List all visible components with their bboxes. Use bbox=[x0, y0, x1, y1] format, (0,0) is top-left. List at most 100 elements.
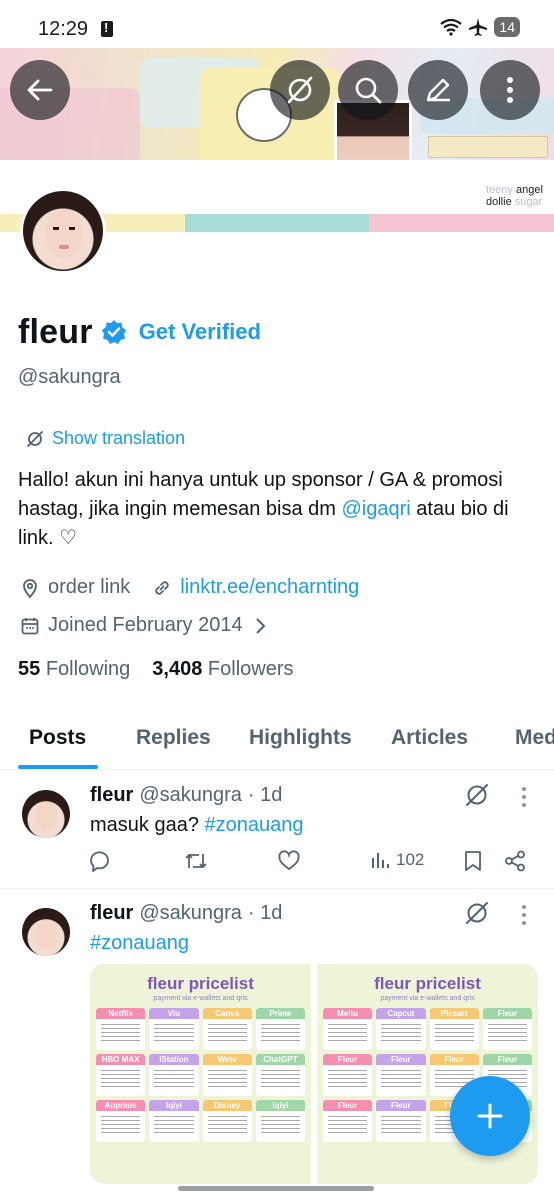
price-cell: Fleur bbox=[323, 1100, 373, 1142]
more-button[interactable] bbox=[480, 60, 540, 120]
grok-icon[interactable] bbox=[464, 900, 490, 926]
profile-tabs: Posts Replies Highlights Articles Media bbox=[0, 712, 554, 770]
get-verified-link[interactable]: Get Verified bbox=[139, 319, 261, 345]
tab-replies[interactable]: Replies bbox=[136, 726, 211, 750]
post-author-handle: @sakungra bbox=[139, 784, 242, 806]
price-cell-label: Viu bbox=[149, 1008, 199, 1019]
profile-name-row: fleur Get Verified bbox=[18, 310, 261, 354]
verified-badge-icon[interactable] bbox=[101, 319, 127, 345]
profile-bio: Hallo! akun ini hanya untuk up sponsor /… bbox=[18, 466, 548, 553]
price-cell: Picsart bbox=[429, 1008, 479, 1050]
price-cell-label: Fleur bbox=[429, 1054, 479, 1065]
post-avatar[interactable] bbox=[22, 790, 70, 838]
price-cell-label: Meitu bbox=[323, 1008, 373, 1019]
followers-label: Followers bbox=[207, 658, 294, 680]
back-button[interactable] bbox=[10, 60, 70, 120]
price-cell-label: iStation bbox=[149, 1054, 199, 1065]
more-vertical-icon[interactable] bbox=[514, 902, 534, 928]
share-button[interactable] bbox=[504, 850, 526, 872]
price-cell-label: Picsart bbox=[429, 1008, 479, 1019]
home-indicator[interactable] bbox=[178, 1186, 374, 1191]
battery-indicator: 14 bbox=[494, 17, 520, 37]
brand-word: sugar bbox=[514, 196, 543, 208]
profile-joined-row[interactable]: Joined February 2014 bbox=[20, 614, 267, 637]
reply-icon bbox=[90, 851, 109, 872]
show-translation-button[interactable]: Show translation bbox=[26, 428, 185, 449]
grok-icon[interactable] bbox=[464, 782, 490, 808]
display-name: fleur bbox=[18, 312, 93, 351]
price-cell-lines bbox=[381, 1024, 421, 1044]
tab-media[interactable]: Media bbox=[515, 726, 554, 750]
price-cell-label: Capcut bbox=[376, 1008, 426, 1019]
post-text: masuk gaa? #zonauang bbox=[90, 814, 304, 837]
share-icon bbox=[505, 850, 525, 872]
followers-link[interactable]: 3,408 Followers bbox=[152, 658, 293, 681]
profile-avatar[interactable] bbox=[20, 188, 106, 274]
calendar-icon bbox=[21, 617, 39, 634]
views-count: 102 bbox=[396, 850, 425, 869]
price-cell-label: Fleur bbox=[376, 1054, 426, 1065]
pencil-icon bbox=[426, 78, 450, 102]
price-cell-lines bbox=[154, 1116, 194, 1136]
price-cell: Disney bbox=[202, 1100, 252, 1142]
tab-articles[interactable]: Articles bbox=[391, 726, 468, 750]
profile-joined: Joined February 2014 bbox=[48, 614, 243, 636]
stripe-mint bbox=[184, 214, 370, 232]
like-button[interactable] bbox=[278, 850, 300, 872]
post-hashtag[interactable]: #zonauang bbox=[205, 814, 304, 836]
profile-website-link[interactable]: linktr.ee/encharnting bbox=[180, 576, 359, 599]
price-cell: Wetv bbox=[202, 1054, 252, 1096]
price-cell-lines bbox=[207, 1024, 247, 1044]
post-author-name[interactable]: fleur bbox=[90, 902, 133, 925]
grok-button[interactable] bbox=[270, 60, 330, 120]
location-pin-icon bbox=[23, 578, 37, 598]
price-cell-label: Wetv bbox=[202, 1054, 252, 1065]
more-vertical-icon[interactable] bbox=[514, 784, 534, 810]
media-title: fleur pricelist bbox=[374, 974, 481, 993]
post-actions: 102 bbox=[90, 850, 530, 876]
media-image-1[interactable]: fleur pricelist payment via e-wallets an… bbox=[90, 964, 311, 1184]
price-cell: Appmus bbox=[96, 1100, 146, 1142]
post-author-name[interactable]: fleur bbox=[90, 784, 133, 807]
price-cell-lines bbox=[260, 1024, 300, 1044]
post-item[interactable]: fleur @sakungra · 1d masuk gaa? #zonauan… bbox=[0, 770, 554, 888]
price-cell-lines bbox=[328, 1116, 368, 1136]
price-cell-label: Canva bbox=[202, 1008, 252, 1019]
edit-button[interactable] bbox=[408, 60, 468, 120]
tab-posts[interactable]: Posts bbox=[29, 726, 86, 750]
tab-highlights[interactable]: Highlights bbox=[249, 726, 352, 750]
status-time: 12:29 bbox=[38, 18, 89, 40]
brand-word: teeny bbox=[486, 184, 513, 196]
price-cell-label: Fleur bbox=[323, 1054, 373, 1065]
price-cell: Meitu bbox=[323, 1008, 373, 1050]
media-subtitle: payment via e-wallets and qris bbox=[380, 995, 475, 1002]
price-cell-lines bbox=[328, 1024, 368, 1044]
profile-location-row: order link linktr.ee/encharnting bbox=[20, 576, 359, 599]
price-cell: ChatGPT bbox=[255, 1054, 305, 1096]
price-cell-label: Fleur bbox=[376, 1100, 426, 1111]
repost-button[interactable] bbox=[184, 850, 208, 872]
bio-mention-link[interactable]: @igaqri bbox=[342, 498, 411, 520]
views-button[interactable]: 102 bbox=[370, 850, 424, 870]
bookmark-button[interactable] bbox=[464, 850, 482, 872]
price-cell-lines bbox=[101, 1116, 141, 1136]
search-button[interactable] bbox=[338, 60, 398, 120]
profile-handle: @sakungra bbox=[18, 366, 121, 388]
brand-word: angel bbox=[515, 184, 543, 196]
post-avatar[interactable] bbox=[22, 908, 70, 956]
heart-icon bbox=[278, 850, 300, 871]
price-cell-lines bbox=[260, 1070, 300, 1090]
price-cell-label: Fleur bbox=[482, 1054, 532, 1065]
airplane-icon bbox=[469, 18, 488, 36]
brand-word: dollie bbox=[486, 196, 512, 208]
arrow-left-icon bbox=[27, 79, 53, 101]
following-link[interactable]: 55 Following bbox=[18, 658, 130, 681]
price-cell: Iqiyi bbox=[255, 1100, 305, 1142]
price-cell-lines bbox=[101, 1070, 141, 1090]
wifi-icon bbox=[440, 18, 463, 36]
post-hashtag[interactable]: #zonauang bbox=[90, 932, 189, 955]
price-cell-label: Fleur bbox=[482, 1008, 532, 1019]
reply-button[interactable] bbox=[90, 850, 112, 872]
compose-post-button[interactable] bbox=[450, 1076, 530, 1156]
media-price-grid: Netflix Viu Canva Prime HBO MAX iStation Wetv C… bbox=[96, 1008, 305, 1142]
